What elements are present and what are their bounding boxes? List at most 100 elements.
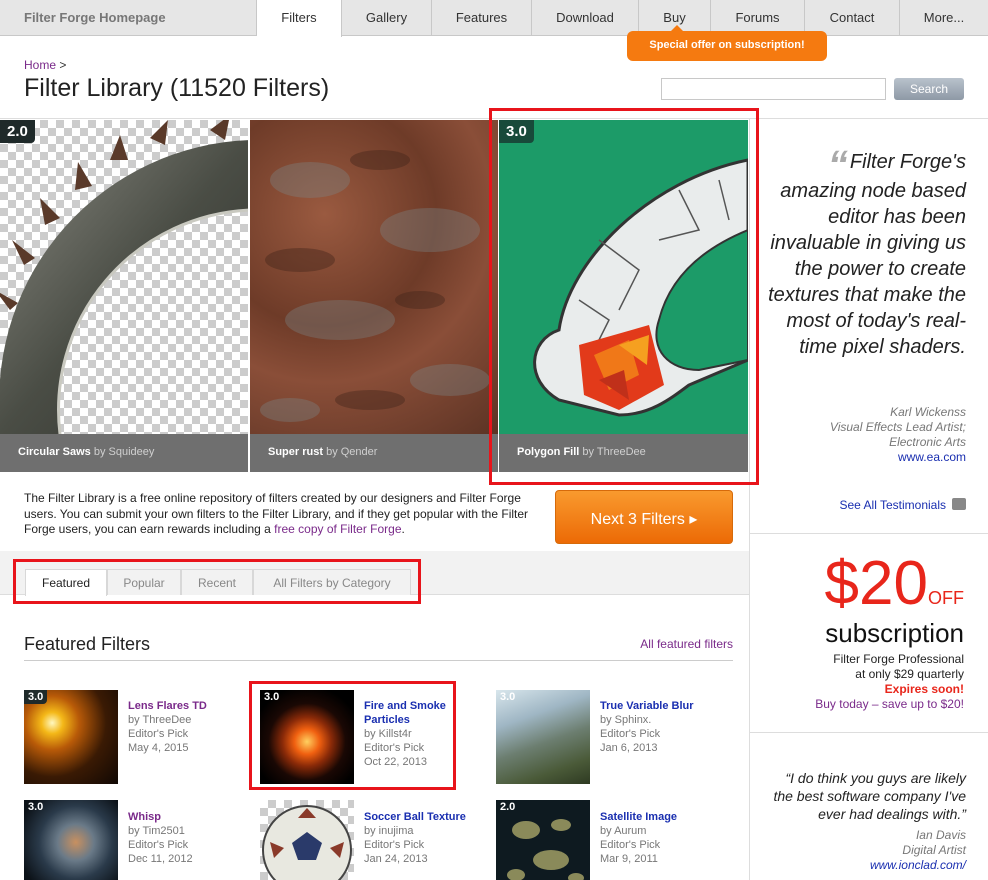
brand-link[interactable]: Filter Forge Homepage [0,0,257,36]
testimonial-link-2[interactable]: www.ionclad.com/ [766,858,966,872]
filter-meta: by Sphinx. Editor's Pick Jan 6, 2013 [600,713,660,755]
testimonial-link[interactable]: www.ea.com [766,450,966,464]
version-badge: 3.0 [264,691,280,703]
slide-author[interactable]: by ThreeDee [582,446,645,458]
filter-pick: Editor's Pick [128,728,189,740]
slide-title[interactable]: Polygon Fill [517,446,579,458]
offer-buy-link[interactable]: Buy today – save up to $20! [750,697,964,712]
author-name: Ian Davis [915,828,966,842]
tab-features[interactable]: Features [432,0,532,36]
slide-image[interactable] [0,120,248,435]
search-input[interactable] [661,78,886,100]
version-badge: 2.0 [500,801,516,813]
description-end: . [401,522,405,536]
slide-caption[interactable]: Circular Saws by Squideey [0,434,248,472]
filter-date: Jan 6, 2013 [600,742,658,754]
author-role: Visual Effects Lead Artist; [829,420,966,434]
filter-date: Oct 22, 2013 [364,756,427,768]
slide-title[interactable]: Super rust [268,446,323,458]
filter-name[interactable]: Soccer Ball Texture [364,810,466,824]
page-title: Filter Library (11520 Filters) [24,74,330,102]
filter-pick: Editor's Pick [600,839,661,851]
slide-image[interactable] [250,120,498,434]
slide-title[interactable]: Circular Saws [18,446,91,458]
see-all-testimonials-link[interactable]: See All Testimonials [766,498,966,512]
slide-polygon-fill[interactable]: 3.0 Polygon Fill by ThreeDee [499,120,748,472]
breadcrumb: Home > [24,58,66,72]
filter-meta: by Killst4r Editor's Pick Oct 22, 2013 [364,727,427,769]
rust-texture [260,150,490,422]
filter-name[interactable]: Fire and Smoke Particles [364,699,464,727]
filter-author[interactable]: by Tim2501 [128,824,193,838]
next-filters-button[interactable]: Next 3 Filters ▸ [555,490,733,544]
slide-circular-saws[interactable]: 2.0 Circular Saws by Squideey [0,120,248,472]
testimonial-quote: “Filter Forge's amazing node based edito… [766,145,966,360]
offer-title: subscription [825,618,964,648]
author-role: Digital Artist [902,843,966,857]
free-copy-link[interactable]: free copy of Filter Forge [274,522,401,536]
polygon-image [533,158,748,417]
all-featured-link[interactable]: All featured filters [600,637,733,651]
filter-thumb[interactable] [260,800,354,880]
tab-recent[interactable]: Recent [181,569,253,595]
testimonial-quote-2: “I do think you guys are likely the best… [773,770,966,822]
offer-expires: Expires soon! [884,682,964,696]
filter-pick: Editor's Pick [364,742,425,754]
tab-download[interactable]: Download [532,0,639,36]
filter-name[interactable]: Lens Flares TD [128,699,207,713]
filter-meta: by Aurum Editor's Pick Mar 9, 2011 [600,824,660,866]
quote-icon [952,498,966,510]
tab-popular[interactable]: Popular [107,569,181,595]
filter-name[interactable]: Satellite Image [600,810,677,824]
testimonial-text: Filter Forge's amazing node based editor… [768,151,966,358]
filter-meta: by ThreeDee Editor's Pick May 4, 2015 [128,713,191,755]
version-badge: 3.0 [24,690,48,704]
filter-author[interactable]: by ThreeDee [128,713,191,727]
library-description: The Filter Library is a free online repo… [24,491,544,538]
slide-caption[interactable]: Polygon Fill by ThreeDee [499,434,748,472]
promo-bubble[interactable]: Special offer on subscription! [627,25,827,61]
tab-featured[interactable]: Featured [25,569,107,596]
filter-thumb[interactable]: 2.0 [496,800,590,880]
breadcrumb-home[interactable]: Home [24,58,56,72]
testimonial-author-2: Ian Davis Digital Artist [766,828,966,858]
filter-pick: Editor's Pick [600,728,661,740]
filter-author[interactable]: by Aurum [600,824,660,838]
filter-date: Mar 9, 2011 [600,853,658,865]
see-all-label[interactable]: See All Testimonials [840,498,947,512]
testimonial-author: Karl Wickenss Visual Effects Lead Artist… [766,405,966,450]
filter-author[interactable]: by Killst4r [364,727,427,741]
tab-filters[interactable]: Filters [257,0,342,37]
author-name: Karl Wickenss [890,405,966,419]
search-button[interactable]: Search [894,78,964,100]
filter-thumb[interactable]: 3.0 [24,690,118,784]
page: { "nav": { "brand": "Filter Forge Homepa… [0,0,988,880]
version-badge: 3.0 [500,691,516,703]
version-badge: 2.0 [0,120,35,143]
slide-author[interactable]: by Qender [326,446,377,458]
filter-meta: by Tim2501 Editor's Pick Dec 11, 2012 [128,824,193,866]
filter-name[interactable]: Whisp [128,810,161,824]
filter-thumb[interactable]: 3.0 [260,690,354,784]
right-column: “Filter Forge's amazing node based edito… [749,119,988,880]
tab-gallery[interactable]: Gallery [342,0,432,36]
filter-thumb[interactable]: 3.0 [496,690,590,784]
filter-pick: Editor's Pick [128,839,189,851]
filter-date: Jan 24, 2013 [364,853,428,865]
version-badge: 3.0 [499,120,534,143]
offer-price-note: at only $29 quarterly [855,667,964,681]
subscription-offer[interactable]: $20OFF subscription Filter Forge Profess… [750,533,988,733]
tab-all-by-category[interactable]: All Filters by Category [253,569,411,595]
tab-more[interactable]: More... [900,0,988,36]
filter-name[interactable]: True Variable Blur [600,699,694,713]
filter-thumb[interactable]: 3.0 [24,800,118,880]
breadcrumb-separator: > [59,58,67,72]
filter-author[interactable]: by inujima [364,824,428,838]
filter-author[interactable]: by Sphinx. [600,713,660,727]
slide-super-rust[interactable]: Super rust by Qender [250,120,498,472]
slide-image[interactable] [499,120,748,434]
offer-price: $20OFF [750,552,964,616]
version-badge: 3.0 [28,801,44,813]
slide-caption[interactable]: Super rust by Qender [250,434,498,472]
slide-author[interactable]: by Squideey [94,446,155,458]
